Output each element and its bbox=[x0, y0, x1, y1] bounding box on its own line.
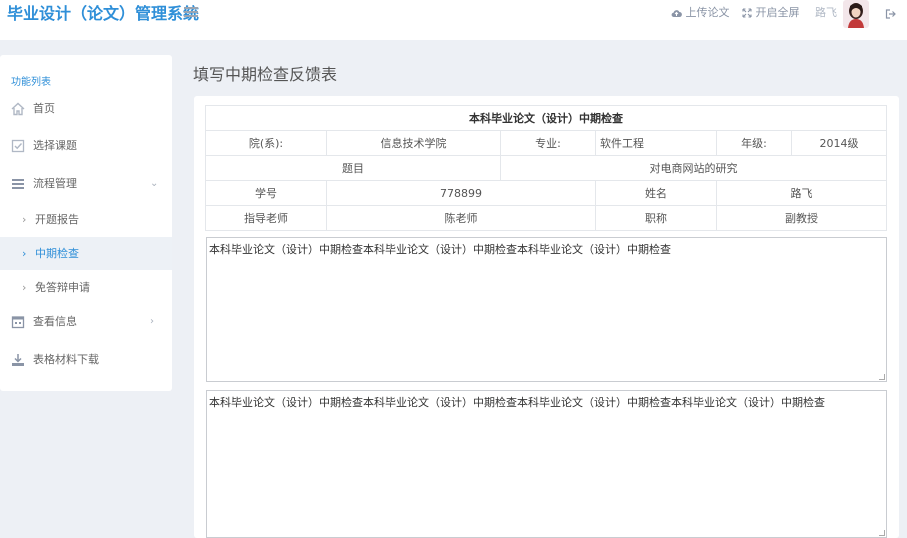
sidebar-item-select-topic[interactable]: 选择课题 bbox=[0, 131, 172, 161]
top-bar: 毕业设计（论文）管理系统 上传论文 开启全屏 路飞 bbox=[0, 0, 907, 40]
topic-value: 对电商网站的研究 bbox=[499, 155, 888, 181]
major-value: 软件工程 bbox=[595, 130, 717, 156]
avatar[interactable] bbox=[843, 0, 869, 28]
upload-button[interactable]: 上传论文 bbox=[671, 6, 730, 20]
student-id-label: 学号 bbox=[205, 180, 327, 206]
fullscreen-button[interactable]: 开启全屏 bbox=[742, 6, 800, 20]
checkbox-icon bbox=[11, 139, 25, 153]
sidebar: 功能列表 首页 选择课题 流程管理 ⌄ › 开题报告 › 中期检查 › 免答辩申… bbox=[0, 55, 172, 391]
sidebar-item-midterm-check[interactable]: › 中期检查 bbox=[0, 237, 172, 270]
dept-label: 院(系): bbox=[205, 130, 327, 156]
page-title: 填写中期检查反馈表 bbox=[193, 65, 338, 84]
dept-value: 信息技术学院 bbox=[326, 130, 501, 156]
grade-label: 年级: bbox=[716, 130, 792, 156]
sidebar-item-label: 选择课题 bbox=[33, 139, 77, 152]
progress-text: 本科毕业论文（设计）中期检查本科毕业论文（设计）中期检查本科毕业论文（设计）中期… bbox=[209, 243, 671, 256]
sidebar-item-proposal[interactable]: › 开题报告 bbox=[0, 203, 172, 236]
sidebar-item-defense-exemption[interactable]: › 免答辩申请 bbox=[0, 271, 172, 304]
sidebar-header: 功能列表 bbox=[11, 77, 51, 88]
advisor-label: 指导老师 bbox=[205, 205, 327, 231]
logout-icon[interactable] bbox=[885, 8, 896, 22]
sidebar-item-label: 查看信息 bbox=[33, 315, 77, 328]
calendar-icon bbox=[11, 316, 25, 329]
home-icon bbox=[11, 102, 25, 116]
midterm-check-table: 本科毕业论文（设计）中期检查 院(系): 信息技术学院 专业: 软件工程 年级:… bbox=[204, 105, 888, 231]
sidebar-item-label: 中期检查 bbox=[35, 247, 79, 260]
sidebar-item-label: 首页 bbox=[33, 102, 55, 115]
app-title[interactable]: 毕业设计（论文）管理系统 bbox=[7, 3, 199, 25]
sidebar-item-label: 表格材料下载 bbox=[33, 353, 99, 366]
chevron-right-icon: › bbox=[150, 316, 154, 327]
sidebar-item-label: 开题报告 bbox=[35, 213, 79, 226]
advisor-value: 陈老师 bbox=[326, 205, 596, 231]
fullscreen-icon bbox=[742, 8, 752, 18]
chevron-right-icon: › bbox=[22, 247, 27, 260]
feedback-text: 本科毕业论文（设计）中期检查本科毕业论文（设计）中期检查本科毕业论文（设计）中期… bbox=[209, 396, 825, 409]
sidebar-item-label: 流程管理 bbox=[33, 177, 77, 190]
sidebar-item-process[interactable]: 流程管理 ⌄ bbox=[0, 169, 172, 199]
sidebar-item-download-forms[interactable]: 表格材料下载 bbox=[0, 345, 172, 375]
student-id-value: 778899 bbox=[326, 180, 596, 206]
list-icon bbox=[12, 179, 24, 189]
feedback-textarea[interactable]: 本科毕业论文（设计）中期检查本科毕业论文（设计）中期检查本科毕业论文（设计）中期… bbox=[206, 390, 887, 538]
chevron-right-icon: › bbox=[22, 281, 27, 294]
major-label: 专业: bbox=[500, 130, 596, 156]
sidebar-item-home[interactable]: 首页 bbox=[0, 94, 172, 124]
fullscreen-label: 开启全屏 bbox=[755, 6, 800, 19]
form-panel: 本科毕业论文（设计）中期检查 院(系): 信息技术学院 专业: 软件工程 年级:… bbox=[194, 96, 899, 538]
download-icon bbox=[12, 354, 24, 366]
progress-textarea[interactable]: 本科毕业论文（设计）中期检查本科毕业论文（设计）中期检查本科毕业论文（设计）中期… bbox=[206, 237, 887, 382]
grade-value: 2014级 bbox=[790, 130, 888, 156]
chevron-down-icon: ⌄ bbox=[150, 178, 159, 189]
form-caption: 本科毕业论文（设计）中期检查 bbox=[204, 105, 888, 131]
resize-handle-icon[interactable] bbox=[879, 374, 885, 380]
cloud-upload-icon bbox=[671, 10, 682, 18]
title-value: 副教授 bbox=[715, 205, 888, 231]
upload-label: 上传论文 bbox=[685, 6, 730, 19]
sidebar-item-view-info[interactable]: 查看信息 › bbox=[0, 307, 172, 337]
resize-handle-icon[interactable] bbox=[879, 530, 885, 536]
name-label: 姓名 bbox=[595, 180, 717, 206]
user-name[interactable]: 路飞 bbox=[815, 6, 837, 20]
sidebar-item-label: 免答辩申请 bbox=[35, 281, 90, 294]
chevron-right-icon: › bbox=[22, 213, 27, 226]
menu-toggle-icon[interactable] bbox=[184, 7, 198, 18]
topic-label: 题目 bbox=[205, 155, 501, 181]
title-label: 职称 bbox=[595, 205, 717, 231]
name-value: 路飞 bbox=[715, 180, 888, 206]
